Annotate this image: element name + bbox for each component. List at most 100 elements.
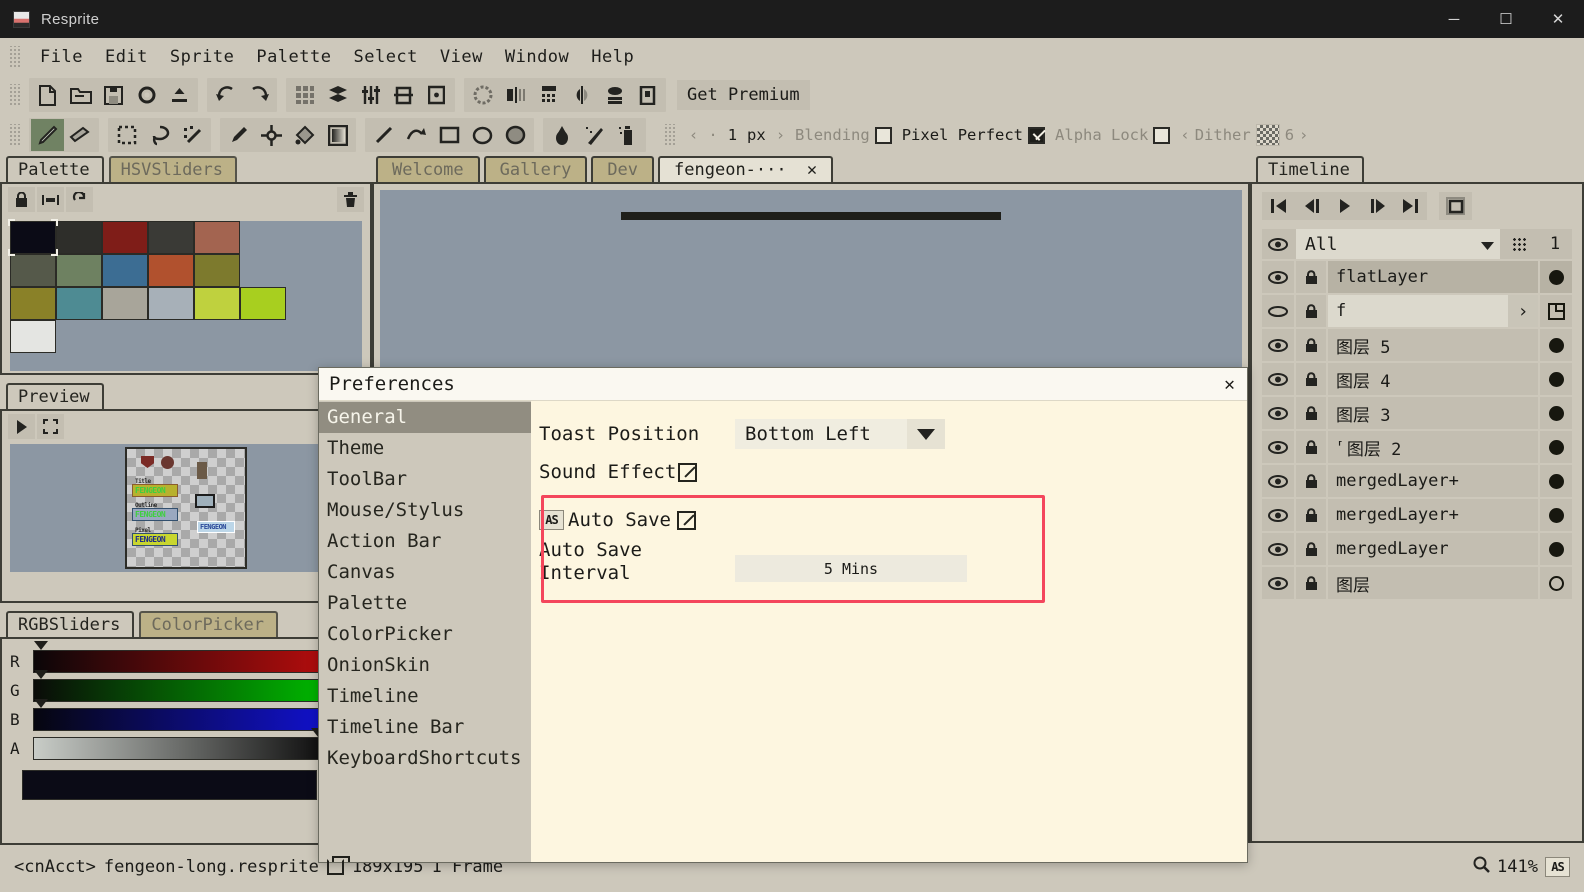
dither-next-button[interactable]: › bbox=[1299, 126, 1308, 144]
select-all-icon[interactable] bbox=[466, 79, 499, 111]
nav-item-colorpicker[interactable]: ColorPicker bbox=[319, 619, 531, 650]
table-row[interactable]: 图层 3 bbox=[1262, 397, 1572, 429]
lock-icon[interactable] bbox=[1296, 465, 1326, 497]
layer-name[interactable]: 图层 bbox=[1328, 567, 1538, 599]
nav-item-timeline[interactable]: Timeline bbox=[319, 681, 531, 712]
play-icon[interactable] bbox=[8, 414, 35, 439]
nav-item-keyboardshortcuts[interactable]: KeyboardShortcuts bbox=[319, 743, 531, 774]
palette-swatch[interactable] bbox=[56, 254, 102, 287]
layers-icon[interactable] bbox=[321, 79, 354, 111]
gradient-tool[interactable] bbox=[321, 119, 354, 151]
lock-icon[interactable] bbox=[1296, 431, 1326, 463]
brush-size-prev-button[interactable]: ‹ bbox=[689, 126, 698, 144]
trash-icon[interactable] bbox=[337, 187, 364, 212]
palette-swatch[interactable] bbox=[194, 254, 240, 287]
ellipse-tool[interactable] bbox=[466, 119, 499, 151]
cel-indicator[interactable] bbox=[1540, 261, 1572, 293]
minimize-button[interactable]: ─ bbox=[1428, 0, 1480, 38]
settings-gear-icon[interactable] bbox=[130, 79, 163, 111]
zoom-level-label[interactable]: 141% bbox=[1497, 857, 1538, 877]
eraser-tool[interactable] bbox=[64, 119, 97, 151]
nav-item-action-bar[interactable]: Action Bar bbox=[319, 526, 531, 557]
cel-indicator[interactable] bbox=[1540, 329, 1572, 361]
menu-item-sprite[interactable]: Sprite bbox=[159, 45, 245, 69]
palette-swatch[interactable] bbox=[148, 254, 194, 287]
crop-icon[interactable] bbox=[631, 79, 664, 111]
lock-icon[interactable] bbox=[1296, 499, 1326, 531]
nav-item-theme[interactable]: Theme bbox=[319, 433, 531, 464]
layer-filter-select[interactable]: All bbox=[1296, 229, 1500, 259]
slider-thumb-red[interactable] bbox=[34, 641, 48, 650]
open-folder-icon[interactable] bbox=[64, 79, 97, 111]
blob-tool[interactable] bbox=[499, 119, 532, 151]
flip-horizontal-icon[interactable] bbox=[565, 79, 598, 111]
table-row[interactable]: mergedLayer+ bbox=[1262, 465, 1572, 497]
chevron-down-icon[interactable] bbox=[1481, 234, 1494, 255]
cel-indicator[interactable] bbox=[1540, 533, 1572, 565]
eye-icon[interactable] bbox=[1262, 567, 1294, 599]
lasso-select-tool[interactable] bbox=[143, 119, 176, 151]
eye-icon[interactable] bbox=[1262, 229, 1294, 259]
close-button[interactable]: ✕ bbox=[1532, 0, 1584, 38]
pencil-tool[interactable] bbox=[31, 119, 64, 151]
rectangle-tool[interactable] bbox=[433, 119, 466, 151]
layer-name[interactable]: flatLayer bbox=[1328, 261, 1538, 293]
eye-icon[interactable] bbox=[1262, 499, 1294, 531]
palette-swatch[interactable] bbox=[102, 254, 148, 287]
eye-icon[interactable] bbox=[1262, 431, 1294, 463]
menu-item-help[interactable]: Help bbox=[580, 45, 645, 69]
nav-item-timeline-bar[interactable]: Timeline Bar bbox=[319, 712, 531, 743]
preview-canvas[interactable]: Title FENGEON Outline FENGEON Pixel FENG… bbox=[10, 444, 362, 572]
nav-item-general[interactable]: General bbox=[319, 402, 531, 433]
dither-pattern-icon[interactable] bbox=[1256, 124, 1280, 146]
last-frame-icon[interactable] bbox=[1394, 192, 1427, 220]
cel-indicator[interactable] bbox=[1540, 465, 1572, 497]
cel-indicator-empty[interactable] bbox=[1540, 567, 1572, 599]
palette-swatch[interactable] bbox=[240, 287, 286, 320]
eye-icon[interactable] bbox=[1262, 261, 1294, 293]
redo-icon[interactable] bbox=[242, 79, 275, 111]
layer-name[interactable]: 图层 4 bbox=[1328, 363, 1538, 395]
alpha-lock-option[interactable]: Alpha Lock bbox=[1055, 126, 1170, 144]
undo-icon[interactable] bbox=[209, 79, 242, 111]
palette-swatch[interactable] bbox=[56, 221, 102, 254]
doc-tab-fengeon[interactable]: fengeon-··· ✕ bbox=[658, 156, 833, 182]
lock-icon[interactable] bbox=[1296, 567, 1326, 599]
doc-tab-dev[interactable]: Dev bbox=[591, 156, 654, 182]
auto-save-checkbox[interactable] bbox=[677, 511, 696, 530]
palette-swatch[interactable] bbox=[102, 221, 148, 254]
table-row[interactable]: mergedLayer bbox=[1262, 533, 1572, 565]
tab-preview[interactable]: Preview bbox=[6, 383, 104, 409]
sliders-icon[interactable] bbox=[354, 79, 387, 111]
toast-position-select[interactable]: Bottom Left bbox=[735, 419, 945, 449]
smudge-tool[interactable] bbox=[545, 119, 578, 151]
layer-name[interactable]: mergedLayer+ bbox=[1328, 465, 1538, 497]
grid-dots-icon[interactable] bbox=[1502, 229, 1536, 259]
move-tool[interactable] bbox=[255, 119, 288, 151]
eye-icon[interactable] bbox=[1262, 397, 1294, 429]
tool-options-drag-grip[interactable] bbox=[663, 124, 677, 146]
get-premium-button[interactable]: Get Premium bbox=[677, 80, 810, 110]
doc-tab-gallery[interactable]: Gallery bbox=[484, 156, 588, 182]
palette-swatch[interactable] bbox=[194, 221, 240, 254]
slider-thumb-green[interactable] bbox=[34, 670, 48, 679]
dither-option[interactable]: ‹ Dither 6 › bbox=[1180, 124, 1308, 146]
nav-item-canvas[interactable]: Canvas bbox=[319, 557, 531, 588]
paint-bucket-tool[interactable] bbox=[288, 119, 321, 151]
menu-item-view[interactable]: View bbox=[429, 45, 494, 69]
eye-icon[interactable] bbox=[1262, 465, 1294, 497]
menu-item-edit[interactable]: Edit bbox=[94, 45, 159, 69]
palette-swatch[interactable] bbox=[194, 287, 240, 320]
frame-number-header[interactable]: 1 bbox=[1538, 229, 1572, 259]
spray-tool[interactable] bbox=[611, 119, 644, 151]
grid-icon[interactable] bbox=[288, 79, 321, 111]
pixel-grid-icon[interactable] bbox=[532, 79, 565, 111]
menu-item-file[interactable]: File bbox=[29, 45, 94, 69]
palette-swatch[interactable] bbox=[102, 287, 148, 320]
tab-timeline[interactable]: Timeline bbox=[1256, 156, 1364, 182]
table-row[interactable]: flatLayer bbox=[1262, 261, 1572, 293]
slider-track-blue[interactable] bbox=[33, 708, 319, 731]
palette-swatch[interactable] bbox=[10, 221, 56, 254]
layer-expand-button[interactable]: › bbox=[1508, 295, 1538, 327]
table-row[interactable]: 图层 4 bbox=[1262, 363, 1572, 395]
